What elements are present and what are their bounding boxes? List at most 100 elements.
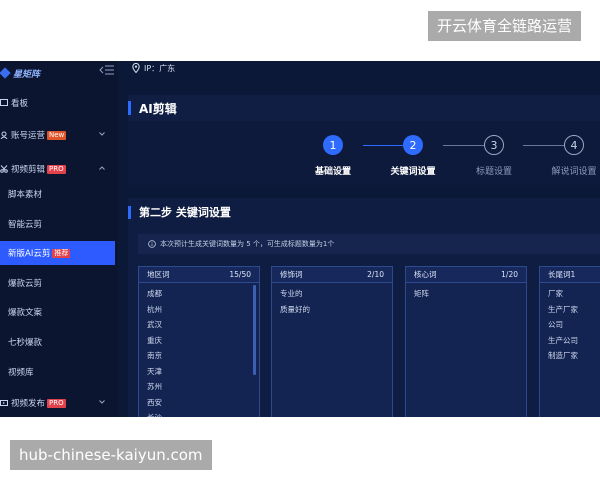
column-title: 核心词 [414, 270, 437, 279]
sidebar-item-label: 视频发布 [11, 399, 46, 409]
scrollbar[interactable] [253, 285, 256, 375]
list-item[interactable]: 武汉 [147, 317, 259, 333]
sidebar-item-label: 智能云剪 [8, 220, 43, 230]
list-item[interactable]: 成都 [147, 286, 259, 302]
chevron-down-icon [99, 400, 105, 404]
step-4[interactable]: 4 解说词设置 [534, 135, 600, 177]
app-window: 星矩阵 看板 账号运营 New 视频剪辑 PRO 脚本素材 智能云剪 新版AI云… [0, 61, 600, 417]
list-item[interactable]: 专业的 [280, 286, 392, 302]
list-item[interactable]: 生产厂家 [548, 302, 600, 318]
sidebar-item-label: 账号运营 [11, 131, 46, 141]
column-title: 地区词 [147, 270, 170, 279]
recommend-badge: 推荐 [52, 248, 71, 258]
scissors-icon [0, 165, 8, 173]
step-number: 3 [484, 135, 504, 155]
column-header: 核心词 1/20 [406, 267, 526, 283]
main-content: IP：广东 AI剪辑 1 基础设置 2 关键词设置 3 标题设置 4 解说词设置… [118, 61, 600, 417]
account-icon [0, 131, 8, 139]
step-label: 关键词设置 [390, 167, 436, 177]
ip-location-text: IP：广东 [144, 63, 176, 73]
sidebar-item-dashboard[interactable]: 看板 [0, 91, 115, 115]
step-indicator: 1 基础设置 2 关键词设置 3 标题设置 4 解说词设置 [128, 121, 600, 187]
logo-icon [0, 67, 11, 79]
notice-text: 本次预计生成关键词数量为 5 个，可生成标题数量为1个 [160, 240, 335, 248]
list-item[interactable]: 生产公司 [548, 333, 600, 349]
sidebar-item-video-library[interactable]: 视频库 [0, 360, 115, 384]
list-item[interactable]: 苏州 [147, 379, 259, 395]
sidebar-item-label: 爆款文案 [8, 308, 43, 318]
list-item[interactable]: 长沙 [147, 410, 259, 417]
step-number: 4 [564, 135, 584, 155]
title-accent [128, 101, 131, 115]
column-title: 长尾词1 [548, 270, 576, 279]
sidebar-item-label: 新版AI云剪 [8, 249, 51, 259]
keyword-settings-panel: 第二步 关键词设置 本次预计生成关键词数量为 5 个，可生成标题数量为1个 地区… [128, 198, 600, 417]
location-pin-icon [132, 63, 140, 73]
new-badge: New [47, 130, 67, 140]
sidebar-item-video-edit[interactable]: 视频剪辑 PRO [0, 157, 115, 181]
step-2[interactable]: 2 关键词设置 [373, 135, 453, 177]
list-item[interactable]: 质量好的 [280, 302, 392, 318]
sidebar-item-smart-cloud-edit[interactable]: 智能云剪 [0, 212, 115, 236]
sidebar-item-label: 七秒爆款 [8, 338, 43, 348]
keyword-list: 成都 杭州 武汉 重庆 南京 天津 苏州 西安 长沙 [139, 283, 259, 417]
sidebar-item-account-ops[interactable]: 账号运营 New [0, 123, 115, 147]
list-item[interactable]: 西安 [147, 395, 259, 411]
column-count: 2/10 [367, 270, 384, 279]
step-label: 基础设置 [314, 167, 351, 177]
chevron-up-icon [99, 166, 105, 170]
list-item[interactable]: 制造厂家 [548, 348, 600, 364]
step-number: 1 [323, 135, 343, 155]
sidebar-item-video-publish[interactable]: 视频发布 PRO [0, 391, 115, 415]
sidebar: 星矩阵 看板 账号运营 New 视频剪辑 PRO 脚本素材 智能云剪 新版AI云… [0, 61, 118, 417]
list-item[interactable]: 天津 [147, 364, 259, 380]
sidebar-item-seven-second-hit[interactable]: 七秒爆款 [0, 330, 115, 354]
logo-text: 星矩阵 [13, 69, 41, 80]
ip-location: IP：广东 [132, 61, 175, 75]
page-title-bar: AI剪辑 [128, 95, 600, 121]
step-number: 2 [403, 135, 423, 155]
column-header: 长尾词1 [540, 267, 600, 283]
sidebar-item-label: 视频剪辑 [11, 165, 46, 175]
notice-bar: 本次预计生成关键词数量为 5 个，可生成标题数量为1个 [138, 234, 600, 254]
section-title: 第二步 关键词设置 [139, 206, 231, 219]
step-1[interactable]: 1 基础设置 [293, 135, 373, 177]
list-item[interactable]: 重庆 [147, 333, 259, 349]
column-header: 修饰词 2/10 [272, 267, 392, 283]
column-header: 地区词 15/50 [139, 267, 259, 283]
video-icon [0, 400, 8, 406]
list-item[interactable]: 公司 [548, 317, 600, 333]
chevron-down-icon [99, 132, 105, 136]
pro-badge: PRO [47, 164, 66, 174]
keyword-list: 矩阵 [406, 283, 526, 302]
collapse-menu-icon[interactable] [99, 62, 115, 78]
list-item[interactable]: 矩阵 [414, 286, 526, 302]
sidebar-item-label: 看板 [11, 99, 29, 109]
keyword-column-modifier[interactable]: 修饰词 2/10 专业的 质量好的 [271, 266, 393, 417]
page-title: AI剪辑 [139, 101, 177, 116]
watermark-top: 开云体育全链路运营 [428, 11, 582, 41]
sidebar-item-label: 爆款云剪 [8, 279, 43, 289]
step-label: 解说词设置 [551, 167, 597, 177]
dashboard-icon [0, 99, 8, 106]
info-icon [148, 240, 156, 248]
keyword-list: 厂家 生产厂家 公司 生产公司 制造厂家 [540, 283, 600, 364]
step-3[interactable]: 3 标题设置 [454, 135, 534, 177]
list-item[interactable]: 厂家 [548, 286, 600, 302]
sidebar-item-hot-cloud-edit[interactable]: 爆款云剪 [0, 271, 115, 295]
sidebar-item-label: 视频库 [8, 368, 34, 378]
pro-badge: PRO [47, 398, 66, 408]
keyword-list: 专业的 质量好的 [272, 283, 392, 317]
sidebar-item-script-material[interactable]: 脚本素材 [0, 182, 115, 206]
sidebar-item-label: 脚本素材 [8, 190, 43, 200]
list-item[interactable]: 南京 [147, 348, 259, 364]
column-count: 15/50 [229, 270, 251, 279]
section-header: 第二步 关键词设置 [128, 202, 231, 222]
sidebar-item-new-ai-cloud-edit[interactable]: 新版AI云剪 推荐 [0, 241, 115, 265]
sidebar-item-hot-copywriting[interactable]: 爆款文案 [0, 300, 115, 324]
keyword-column-region[interactable]: 地区词 15/50 成都 杭州 武汉 重庆 南京 天津 苏州 西安 长沙 [138, 266, 260, 417]
list-item[interactable]: 杭州 [147, 302, 259, 318]
keyword-column-long-tail[interactable]: 长尾词1 厂家 生产厂家 公司 生产公司 制造厂家 [539, 266, 600, 417]
watermark-bottom: hub-chinese-kaiyun.com [10, 440, 212, 470]
keyword-column-core[interactable]: 核心词 1/20 矩阵 [405, 266, 527, 417]
